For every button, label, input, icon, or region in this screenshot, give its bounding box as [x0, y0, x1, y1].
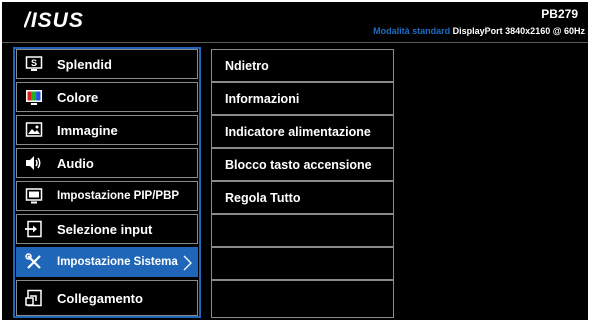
menu-item-immagine[interactable]: Immagine [16, 115, 198, 145]
menu-item-colore[interactable]: Colore [16, 82, 198, 112]
submenu-label: Blocco tasto accensione [225, 157, 372, 172]
input-select-icon [25, 220, 43, 238]
menu-label: Immagine [57, 122, 118, 138]
menu-item-selezione-input[interactable]: Selezione input [16, 214, 198, 244]
menu-label: Colore [57, 89, 99, 105]
svg-text:S: S [31, 58, 37, 68]
mode-label: Modalità standard [373, 26, 451, 36]
menu-label: Selezione input [57, 221, 153, 237]
submenu-item-indicatore-alimentazione[interactable]: Indicatore alimentazione [211, 115, 394, 148]
image-icon [25, 121, 43, 139]
menu-item-impostazione-sistema[interactable]: Impostazione Sistema [16, 247, 198, 277]
menu-label: Impostazione PIP/PBP [57, 190, 180, 202]
submenu-item-empty [211, 280, 394, 318]
menu-item-splendid[interactable]: S Splendid [16, 49, 198, 79]
pip-monitor-icon [25, 187, 43, 205]
header-divider [2, 42, 588, 43]
shortcut-icon [25, 289, 43, 307]
submenu-item-blocco-tasto-accensione[interactable]: Blocco tasto accensione [211, 148, 394, 181]
main-menu: S Splendid Colore Immagine Audio Imposta… [13, 47, 201, 318]
menu-label: Audio [57, 155, 94, 171]
status-line: Modalità standard DisplayPort 3840x2160 … [373, 26, 585, 36]
menu-item-collegamento[interactable]: Collegamento [16, 280, 198, 316]
resolution-label: 3840x2160 @ 60Hz [505, 26, 585, 36]
submenu-item-regola-tutto[interactable]: Regola Tutto [211, 181, 394, 214]
svg-text:/ISUS: /ISUS [24, 9, 84, 32]
submenu-item-informazioni[interactable]: Informazioni [211, 82, 394, 115]
input-label: DisplayPort [452, 26, 503, 36]
submenu-label: Informazioni [225, 91, 300, 106]
submenu-item-empty [211, 247, 394, 280]
menu-label: Collegamento [57, 290, 143, 306]
tools-icon [25, 253, 43, 271]
speaker-icon [25, 154, 43, 172]
model-name: PB279 [541, 7, 578, 21]
submenu-label: Regola Tutto [225, 190, 301, 205]
submenu-label: Indicatore alimentazione [225, 124, 371, 139]
osd-window: /ISUS PB279 Modalità standard DisplayPor… [2, 2, 588, 320]
submenu-item-ndietro[interactable]: Ndietro [211, 49, 394, 82]
menu-item-audio[interactable]: Audio [16, 148, 198, 178]
submenu-panel: Ndietro Informazioni Indicatore alimenta… [211, 49, 394, 318]
menu-label: Splendid [57, 56, 112, 72]
chevron-right-icon [183, 255, 192, 271]
splendid-icon: S [25, 55, 43, 73]
color-palette-icon [25, 88, 43, 106]
submenu-label: Ndietro [225, 58, 269, 73]
menu-label: Impostazione Sistema [57, 256, 178, 268]
asus-logo: /ISUS [24, 9, 84, 32]
menu-item-pip-pbp[interactable]: Impostazione PIP/PBP [16, 181, 198, 211]
submenu-item-empty [211, 214, 394, 247]
